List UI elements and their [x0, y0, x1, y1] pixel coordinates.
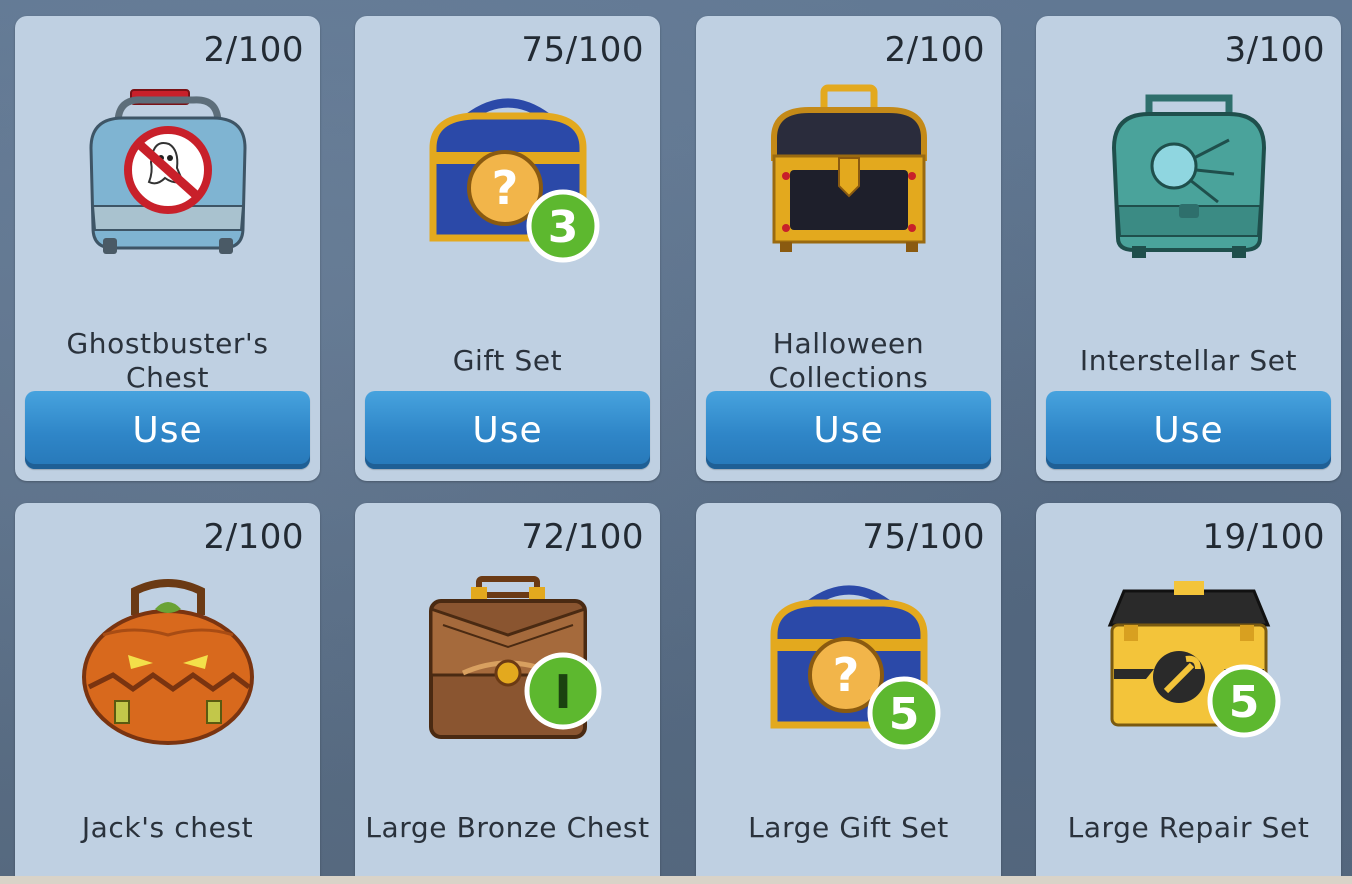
item-card-large-gift-set: 75/100 ? 5 Large Gift Set [696, 503, 1001, 884]
repair-toolbox-icon: 5 [1107, 581, 1280, 738]
item-card-large-bronze-chest: 72/100 I Large Bronze Chest [355, 503, 660, 884]
item-name: Ghostbuster's Chest [66, 327, 269, 394]
item-count: 75/100 [862, 517, 985, 557]
item-name: Large Gift Set [748, 811, 949, 844]
halloween-treasure-chest-icon [770, 84, 927, 252]
item-name: Halloween Collections [768, 327, 929, 394]
item-card-gift-set: 75/100 ? 3 Gift Set Use [355, 16, 660, 481]
item-card-interstellar-set: 3/100 Interstellar Set Use [1036, 16, 1341, 481]
quantity-badge: 5 [867, 676, 940, 750]
item-name: Large Repair Set [1067, 811, 1310, 844]
use-button[interactable]: Use [706, 391, 991, 469]
interstellar-chest-icon [1111, 94, 1266, 258]
item-name: Jack's chest [81, 811, 254, 844]
svg-text:I: I [554, 665, 571, 719]
item-count: 2/100 [884, 30, 985, 70]
svg-text:5: 5 [888, 689, 919, 740]
use-button[interactable]: Use [1046, 391, 1331, 469]
item-card-jacks-chest: 2/100 Jack's chest [15, 503, 320, 884]
quantity-badge: I [524, 652, 601, 730]
svg-text:?: ? [832, 648, 859, 702]
quantity-badge: 3 [526, 189, 599, 263]
item-card-halloween-collections: 2/100 Halloween Collections Use [696, 16, 1001, 481]
item-count: 2/100 [203, 517, 304, 557]
item-card-ghostbusters-chest: 2/100 Ghostbuster's Chest Use [15, 16, 320, 481]
bronze-briefcase-icon: I [428, 576, 601, 739]
item-name: Large Bronze Chest [365, 811, 650, 844]
svg-text:5: 5 [1228, 677, 1259, 728]
svg-text:3: 3 [547, 202, 578, 253]
item-count: 75/100 [521, 30, 644, 70]
inventory-grid: 2/100 Ghostbuster's Chest Use 75/100 ? 3… [0, 0, 1352, 884]
use-button[interactable]: Use [25, 391, 310, 469]
large-gift-set-chest-icon: ? 5 [770, 585, 940, 750]
item-count: 3/100 [1224, 30, 1325, 70]
ghostbusters-chest-icon [88, 89, 247, 254]
quantity-badge: 5 [1207, 664, 1280, 738]
svg-text:?: ? [491, 161, 518, 215]
item-count: 72/100 [521, 517, 644, 557]
gift-set-chest-icon: ? 3 [429, 98, 599, 263]
item-count: 2/100 [203, 30, 304, 70]
item-count: 19/100 [1202, 517, 1325, 557]
item-name: Gift Set [452, 344, 563, 377]
item-card-large-repair-set: 19/100 5 Large Repair Set [1036, 503, 1341, 884]
bottom-divider [0, 876, 1352, 884]
item-name: Interstellar Set [1079, 344, 1298, 377]
pumpkin-chest-icon [81, 579, 254, 745]
use-button[interactable]: Use [365, 391, 650, 469]
